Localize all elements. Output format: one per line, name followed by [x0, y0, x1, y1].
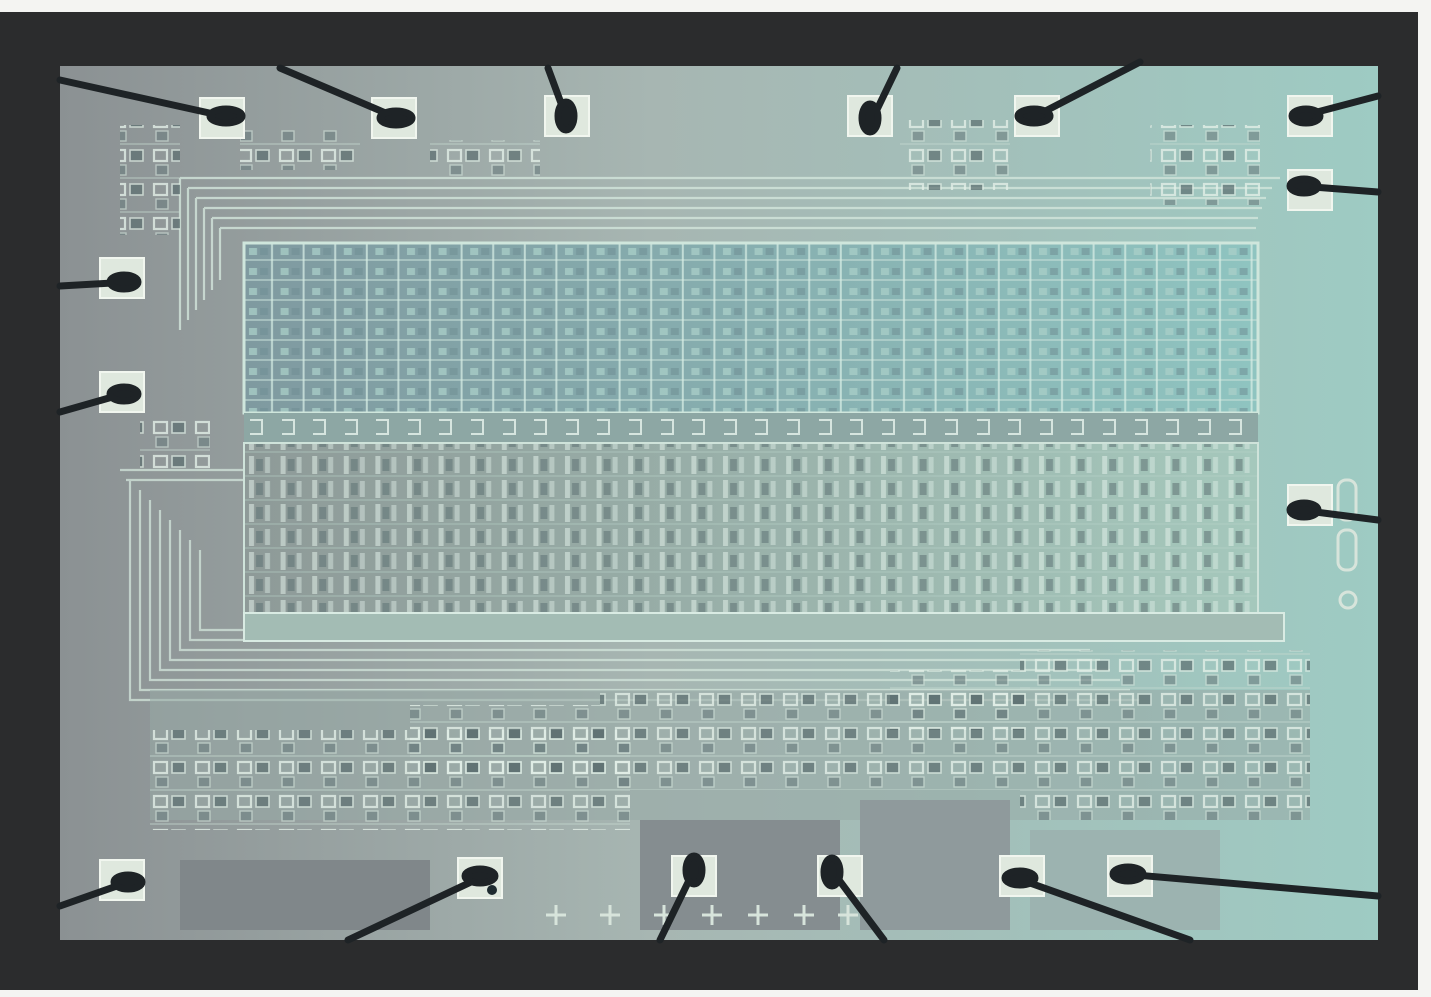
chip-die-photo [0, 0, 1431, 997]
